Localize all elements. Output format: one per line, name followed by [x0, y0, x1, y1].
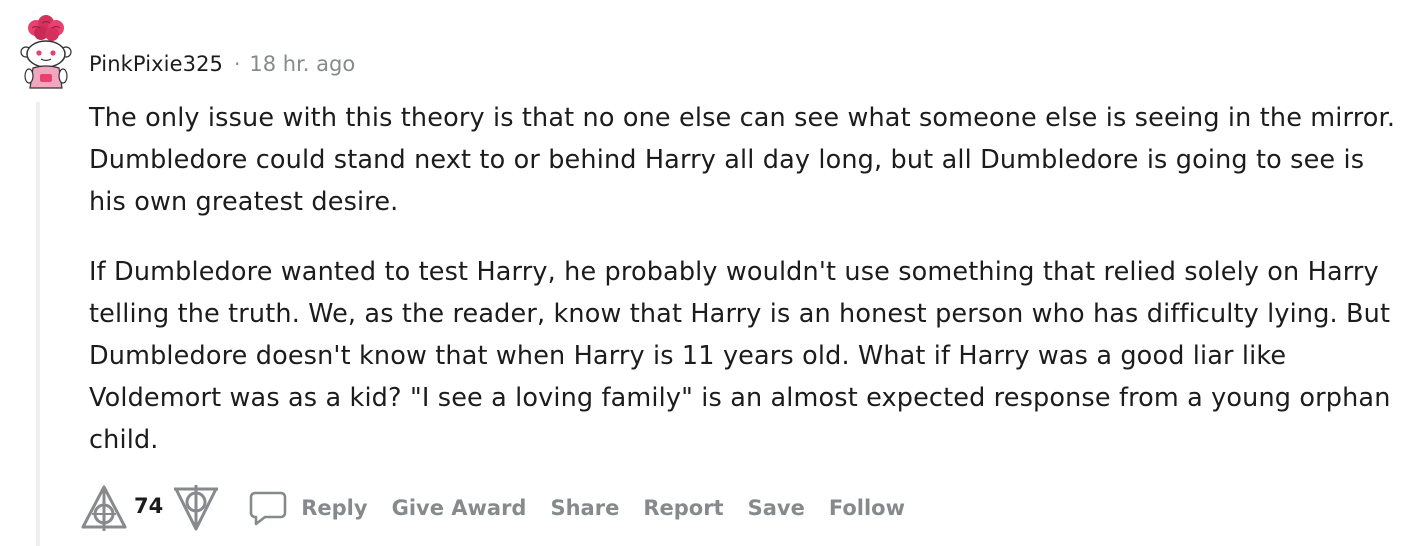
comment-action-bar: 74 Reply Give Award Share Report Save Fo…: [78, 482, 905, 534]
snoo-avatar-icon: [20, 15, 72, 89]
give-award-button[interactable]: Give Award: [392, 496, 527, 520]
comment-body: The only issue with this theory is that …: [89, 97, 1399, 461]
upvote-icon[interactable]: [78, 483, 130, 533]
share-button[interactable]: Share: [550, 496, 619, 520]
reply-label: Reply: [301, 496, 368, 520]
give-award-label: Give Award: [391, 496, 527, 520]
author-name[interactable]: PinkPixie325: [89, 52, 223, 76]
comment-timestamp[interactable]: 18 hr. ago: [249, 52, 355, 76]
vote-score: 74: [134, 494, 164, 518]
comment-paragraph-2: If Dumbledore wanted to test Harry, he p…: [89, 257, 1391, 455]
comment-paragraph-1: The only issue with this theory is that …: [89, 103, 1396, 217]
save-label: Save: [747, 496, 805, 520]
user-avatar[interactable]: [12, 12, 80, 90]
comment: PinkPixie325 · 18 hr. ago The only issue…: [0, 0, 1426, 546]
speech-bubble-icon: [249, 491, 287, 526]
reply-button[interactable]: Reply: [249, 489, 368, 527]
thread-line[interactable]: [36, 102, 40, 546]
follow-button[interactable]: Follow: [829, 496, 905, 520]
downvote-icon[interactable]: [171, 483, 221, 533]
follow-label: Follow: [828, 496, 905, 520]
report-label: Report: [643, 496, 724, 520]
save-button[interactable]: Save: [748, 496, 805, 520]
comment-meta: PinkPixie325 · 18 hr. ago: [89, 49, 355, 79]
share-label: Share: [550, 496, 620, 520]
report-button[interactable]: Report: [643, 496, 723, 520]
meta-separator: ·: [234, 52, 241, 76]
